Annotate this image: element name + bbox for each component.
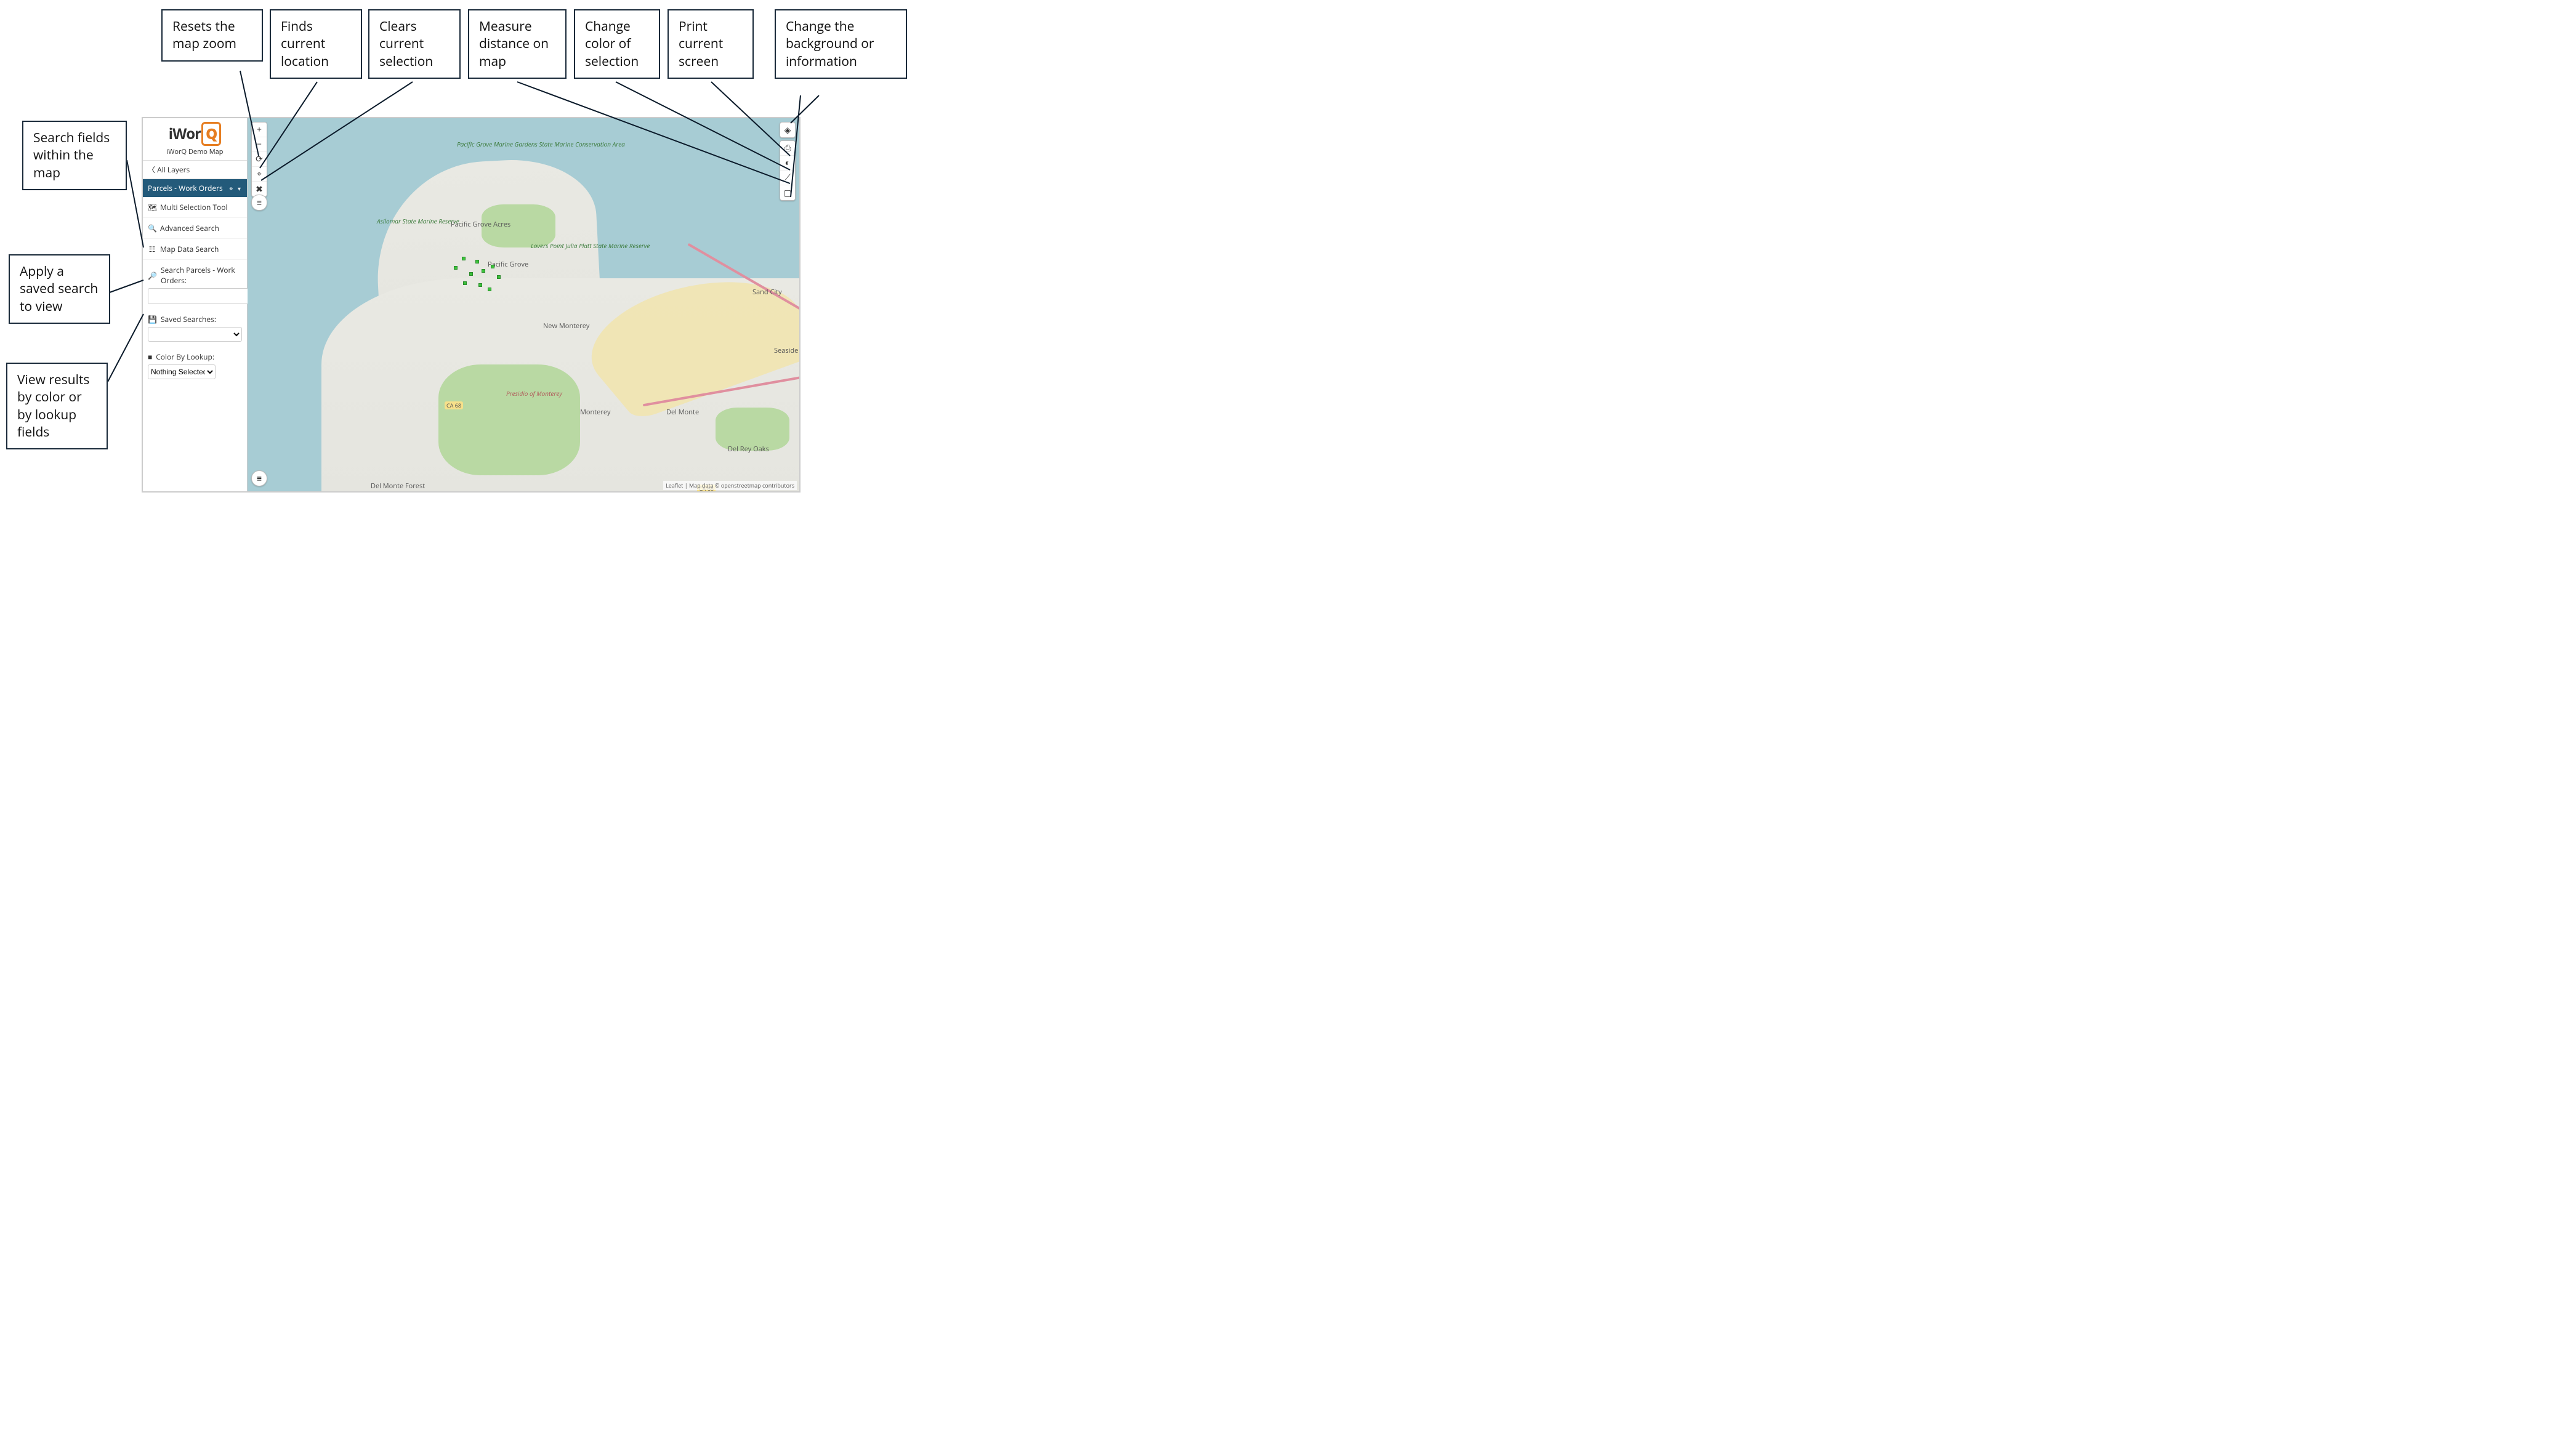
map-canvas[interactable]: Pacific Grove Pacific Grove Acres New Mo… xyxy=(248,118,799,491)
saved-searches-label: 💾 Saved Searches: xyxy=(143,309,247,327)
search-zoom-icon: 🔍 xyxy=(148,223,156,233)
marker-dot[interactable] xyxy=(488,288,491,291)
layer-actions-icon[interactable]: ⚭ ▾ xyxy=(228,184,242,193)
search-input[interactable] xyxy=(148,288,252,304)
marker-dot[interactable] xyxy=(491,265,494,268)
layers-icon: ◈ xyxy=(784,124,791,136)
park-2 xyxy=(438,364,580,475)
saved-searches-select[interactable] xyxy=(148,327,242,342)
palette-icon: ◐ xyxy=(785,157,790,169)
sliders-icon: ☷ xyxy=(148,244,156,254)
list-icon: ≡ xyxy=(257,197,262,209)
background-button[interactable]: ▢ xyxy=(780,185,795,200)
basemap-icon: ▢ xyxy=(783,187,791,199)
minus-icon: − xyxy=(257,139,262,150)
bottom-list-button[interactable]: ≡ xyxy=(251,470,267,486)
zoom-in-button[interactable]: + xyxy=(252,123,267,137)
map-attribution: Leaflet | Map data © openstreetmap contr… xyxy=(663,481,797,490)
callout-find-location: Finds current location xyxy=(270,9,362,79)
plus-icon: + xyxy=(257,124,262,135)
marker-dot[interactable] xyxy=(463,281,467,285)
marker-dot[interactable] xyxy=(469,272,473,276)
search-section-text: Search Parcels - Work Orders: xyxy=(161,265,242,286)
logo-q: Q xyxy=(201,122,221,146)
folder-icon: ■ xyxy=(148,352,152,362)
sidebar: iWorQ iWorQ Demo Map 〈 All Layers Parcel… xyxy=(143,118,248,491)
active-layer-label: Parcels - Work Orders xyxy=(148,183,223,193)
advanced-search-label: Advanced Search xyxy=(160,223,219,233)
callout-print: Print current screen xyxy=(667,9,754,79)
sidebar-item-map-data-search[interactable]: ☷ Map Data Search xyxy=(143,239,247,260)
map-title: iWorQ Demo Map xyxy=(143,147,247,161)
list-icon: ≡ xyxy=(257,473,262,485)
park-1 xyxy=(482,204,555,247)
ruler-icon: ⟋ xyxy=(784,172,791,183)
color-button[interactable]: ◐ xyxy=(780,156,795,171)
callout-measure: Measure distance on map xyxy=(468,9,567,79)
search-row: Go xyxy=(143,288,247,309)
all-layers-link[interactable]: 〈 All Layers xyxy=(143,161,247,179)
list-toggle-button[interactable]: ≡ xyxy=(252,195,267,210)
search-parcels-label: 🔎 Search Parcels - Work Orders: xyxy=(143,260,247,288)
logo: iWorQ xyxy=(143,118,247,147)
marker-dot[interactable] xyxy=(454,266,458,270)
color-by-lookup-label: ■ Color By Lookup: xyxy=(143,347,247,364)
logo-prefix: iWor xyxy=(169,124,201,144)
map-data-search-label: Map Data Search xyxy=(160,244,219,254)
label-pg-marine: Pacific Grove Marine Gardens State Marin… xyxy=(457,140,525,148)
map-toolbar-right: ⎙ ◐ ⟋ ▢ xyxy=(780,140,796,201)
callout-color-lookup: View results by color or by lookup field… xyxy=(6,363,108,449)
saved-searches-text: Saved Searches: xyxy=(161,314,216,324)
map-window: iWorQ iWorQ Demo Map 〈 All Layers Parcel… xyxy=(142,117,801,493)
zoom-out-button[interactable]: − xyxy=(252,137,267,152)
marker-dot[interactable] xyxy=(482,269,485,273)
measure-button[interactable]: ⟋ xyxy=(780,171,795,185)
marker-dot[interactable] xyxy=(478,283,482,287)
reset-zoom-button[interactable]: ⟳ xyxy=(252,152,267,167)
callout-change-color: Change color of selection xyxy=(574,9,660,79)
color-by-lookup-text: Color By Lookup: xyxy=(156,352,214,362)
search-icon: 🔎 xyxy=(148,270,157,281)
locate-icon: ⌖ xyxy=(257,168,262,180)
print-icon: ⎙ xyxy=(784,142,791,154)
eraser-icon: ✖ xyxy=(256,183,263,195)
park-3 xyxy=(716,408,789,451)
sidebar-item-advanced-search[interactable]: 🔍 Advanced Search xyxy=(143,218,247,239)
callout-search-fields: Search fields within the map xyxy=(22,121,127,190)
marker-dot[interactable] xyxy=(462,257,466,260)
map-toolbar-left-list: ≡ xyxy=(251,195,267,211)
map-toolbar-layers: ◈ xyxy=(780,122,796,138)
marker-dot[interactable] xyxy=(475,260,479,263)
color-by-lookup-select[interactable]: Nothing Selected xyxy=(148,364,216,379)
all-layers-label: All Layers xyxy=(157,164,190,175)
marker-dot[interactable] xyxy=(497,275,501,279)
locate-button[interactable]: ⌖ xyxy=(252,167,267,182)
callout-saved-search: Apply a saved search to view xyxy=(9,254,110,324)
layers-button[interactable]: ◈ xyxy=(780,123,795,137)
save-icon: 💾 xyxy=(148,314,157,324)
globe-icon: ⟳ xyxy=(256,153,263,165)
callout-clear-selection: Clears current selection xyxy=(368,9,461,79)
map-icon: 🗺 xyxy=(148,202,156,212)
active-layer-row[interactable]: Parcels - Work Orders ⚭ ▾ xyxy=(143,179,247,197)
callout-reset-zoom: Resets the map zoom xyxy=(161,9,263,62)
callout-background: Change the background or information xyxy=(775,9,907,79)
multi-selection-label: Multi Selection Tool xyxy=(160,202,228,212)
sidebar-item-multi-selection[interactable]: 🗺 Multi Selection Tool xyxy=(143,197,247,218)
print-button[interactable]: ⎙ xyxy=(780,141,795,156)
map-toolbar-left: + − ⟳ ⌖ ✖ xyxy=(251,122,267,197)
